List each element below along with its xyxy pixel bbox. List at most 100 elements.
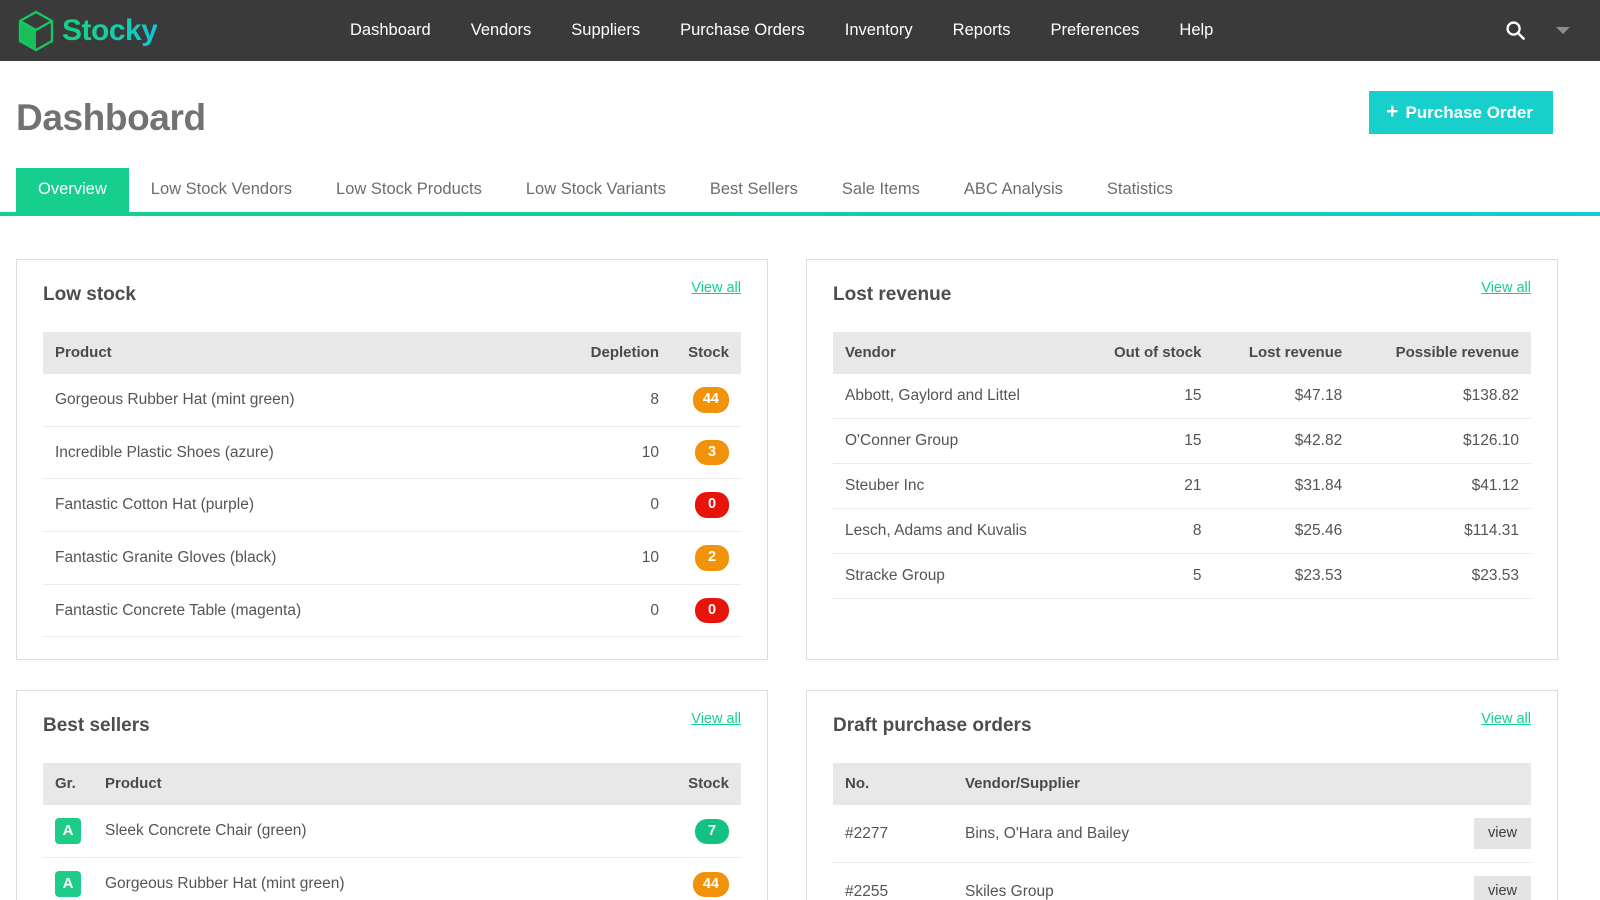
- cell-vendor: O'Conner Group: [833, 419, 1080, 464]
- card-header: Best sellers View all: [43, 715, 741, 737]
- col-possible-revenue: Possible revenue: [1354, 332, 1531, 374]
- low-stock-table: Product Depletion Stock Gorgeous Rubber …: [43, 332, 741, 637]
- table-row[interactable]: Abbott, Gaylord and Littel 15 $47.18 $13…: [833, 374, 1531, 419]
- col-lost-revenue: Lost revenue: [1213, 332, 1354, 374]
- cell-order-no: #2277: [833, 805, 953, 863]
- tab-low-stock-vendors[interactable]: Low Stock Vendors: [129, 168, 314, 212]
- cell-vendor: Stracke Group: [833, 554, 1080, 599]
- grade-badge: A: [55, 818, 81, 844]
- tab-overview[interactable]: Overview: [16, 168, 129, 212]
- view-order-button[interactable]: view: [1474, 818, 1531, 849]
- nav-item-inventory[interactable]: Inventory: [825, 0, 933, 61]
- cell-vendor: Abbott, Gaylord and Littel: [833, 374, 1080, 419]
- col-depletion: Depletion: [511, 332, 671, 374]
- nav-item-help[interactable]: Help: [1159, 0, 1233, 61]
- card-title-lost-revenue: Lost revenue: [833, 284, 951, 306]
- table-row[interactable]: Lesch, Adams and Kuvalis 8 $25.46 $114.3…: [833, 509, 1531, 554]
- col-no: No.: [833, 763, 953, 805]
- view-all-best-sellers[interactable]: View all: [691, 711, 741, 727]
- cube-box-icon: [16, 10, 56, 52]
- table-row[interactable]: A Gorgeous Rubber Hat (mint green) 44: [43, 858, 741, 900]
- tab-sale-items[interactable]: Sale Items: [820, 168, 942, 212]
- table-row[interactable]: O'Conner Group 15 $42.82 $126.10: [833, 419, 1531, 464]
- best-sellers-table: Gr. Product Stock A Sleek Concrete Chair…: [43, 763, 741, 900]
- tab-low-stock-products[interactable]: Low Stock Products: [314, 168, 504, 212]
- brand-logo-link[interactable]: Stocky: [0, 10, 330, 52]
- view-all-lost-revenue[interactable]: View all: [1481, 280, 1531, 296]
- nav-item-dashboard[interactable]: Dashboard: [330, 0, 451, 61]
- cell-depletion: 0: [511, 479, 671, 532]
- stock-badge: 44: [693, 387, 729, 413]
- table-row[interactable]: Fantastic Granite Gloves (black) 10 2: [43, 532, 741, 585]
- stock-badge: 0: [695, 598, 729, 624]
- cell-lost-revenue: $25.46: [1213, 509, 1354, 554]
- stock-badge: 44: [693, 872, 729, 898]
- cell-stock: 0: [671, 479, 741, 532]
- cell-grade: A: [43, 858, 93, 900]
- table-row[interactable]: Fantastic Concrete Table (magenta) 0 0: [43, 584, 741, 637]
- nav-links: Dashboard Vendors Suppliers Purchase Ord…: [330, 0, 1504, 61]
- cell-out-of-stock: 21: [1080, 464, 1214, 509]
- search-icon[interactable]: [1504, 20, 1526, 42]
- tab-statistics[interactable]: Statistics: [1085, 168, 1195, 212]
- add-purchase-order-button[interactable]: + Purchase Order: [1369, 91, 1553, 134]
- table-row[interactable]: Incredible Plastic Shoes (azure) 10 3: [43, 426, 741, 479]
- cell-vendor: Skiles Group: [953, 863, 1451, 900]
- cell-product: Sleek Concrete Chair (green): [93, 805, 671, 858]
- table-header-row: Product Depletion Stock: [43, 332, 741, 374]
- cell-order-no: #2255: [833, 863, 953, 900]
- view-order-button[interactable]: view: [1474, 876, 1531, 900]
- stock-badge: 7: [695, 819, 729, 845]
- add-purchase-order-label: Purchase Order: [1405, 104, 1533, 121]
- cell-product: Fantastic Cotton Hat (purple): [43, 479, 511, 532]
- stock-badge: 3: [695, 440, 729, 466]
- card-title-best-sellers: Best sellers: [43, 715, 150, 737]
- card-title-low-stock: Low stock: [43, 284, 136, 306]
- cell-depletion: 8: [511, 374, 671, 426]
- cell-grade: A: [43, 805, 93, 858]
- tab-best-sellers[interactable]: Best Sellers: [688, 168, 820, 212]
- view-all-draft-orders[interactable]: View all: [1481, 711, 1531, 727]
- cell-lost-revenue: $47.18: [1213, 374, 1354, 419]
- col-stock: Stock: [671, 332, 741, 374]
- nav-item-vendors[interactable]: Vendors: [451, 0, 552, 61]
- table-header-row: Gr. Product Stock: [43, 763, 741, 805]
- nav-right-actions: [1504, 20, 1600, 42]
- cell-out-of-stock: 8: [1080, 509, 1214, 554]
- table-header-row: No. Vendor/Supplier: [833, 763, 1531, 805]
- nav-item-suppliers[interactable]: Suppliers: [551, 0, 660, 61]
- cell-vendor: Steuber Inc: [833, 464, 1080, 509]
- table-row[interactable]: A Sleek Concrete Chair (green) 7: [43, 805, 741, 858]
- nav-item-preferences[interactable]: Preferences: [1030, 0, 1159, 61]
- page-title: Dashboard: [16, 99, 206, 136]
- table-row[interactable]: #2255 Skiles Group view: [833, 863, 1531, 900]
- table-row[interactable]: Steuber Inc 21 $31.84 $41.12: [833, 464, 1531, 509]
- view-all-low-stock[interactable]: View all: [691, 280, 741, 296]
- tab-underline: [0, 212, 1600, 216]
- cell-product: Fantastic Granite Gloves (black): [43, 532, 511, 585]
- col-out-of-stock: Out of stock: [1080, 332, 1214, 374]
- nav-item-purchase-orders[interactable]: Purchase Orders: [660, 0, 825, 61]
- nav-item-reports[interactable]: Reports: [933, 0, 1031, 61]
- tab-bar: Overview Low Stock Vendors Low Stock Pro…: [0, 168, 1600, 216]
- top-navigation-bar: Stocky Dashboard Vendors Suppliers Purch…: [0, 0, 1600, 61]
- table-row[interactable]: #2277 Bins, O'Hara and Bailey view: [833, 805, 1531, 863]
- table-row[interactable]: Fantastic Cotton Hat (purple) 0 0: [43, 479, 741, 532]
- cell-depletion: 10: [511, 532, 671, 585]
- cell-stock: 7: [671, 805, 741, 858]
- table-row[interactable]: Stracke Group 5 $23.53 $23.53: [833, 554, 1531, 599]
- cell-lost-revenue: $31.84: [1213, 464, 1354, 509]
- cell-out-of-stock: 15: [1080, 419, 1214, 464]
- cell-out-of-stock: 5: [1080, 554, 1214, 599]
- tab-list: Overview Low Stock Vendors Low Stock Pro…: [0, 168, 1600, 212]
- cell-lost-revenue: $42.82: [1213, 419, 1354, 464]
- card-header: Draft purchase orders View all: [833, 715, 1531, 737]
- tab-low-stock-variants[interactable]: Low Stock Variants: [504, 168, 688, 212]
- cell-actions: view: [1451, 863, 1531, 900]
- col-grade: Gr.: [43, 763, 93, 805]
- stock-badge: 2: [695, 545, 729, 571]
- caret-down-icon[interactable]: [1556, 27, 1570, 34]
- table-row[interactable]: Gorgeous Rubber Hat (mint green) 8 44: [43, 374, 741, 426]
- tab-abc-analysis[interactable]: ABC Analysis: [942, 168, 1085, 212]
- cell-product: Incredible Plastic Shoes (azure): [43, 426, 511, 479]
